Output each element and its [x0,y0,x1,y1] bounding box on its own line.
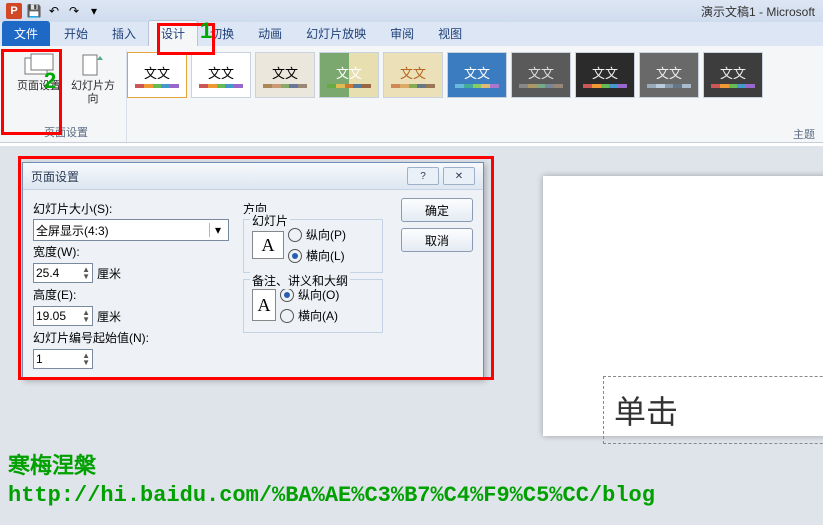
theme-thumb[interactable]: 文文 [319,52,379,98]
theme-thumb[interactable]: 文文 [639,52,699,98]
height-unit: 厘米 [97,308,121,325]
watermark: 寒梅涅槃 http://hi.baidu.com/%BA%AE%C3%B7%C4… [8,451,655,511]
annotation-2: 2 [44,68,56,94]
tab-animations[interactable]: 动画 [246,21,294,46]
title-placeholder[interactable]: 单击 [603,376,823,444]
redo-icon[interactable]: ↷ [65,2,83,20]
notes-orientation-group: 备注、讲义和大纲 A 纵向(O) 横向(A) [243,279,383,333]
number-from-label: 幻灯片编号起始值(N): [33,329,233,346]
dialog-title: 页面设置 [31,168,79,185]
title-bar: P 💾 ↶ ↷ ▾ 演示文稿1 - Microsoft [0,0,823,22]
ribbon: 页面设置 幻灯片方向 页面设置 文文 文文 文文 文文 文文 文文 文文 文文 … [0,46,823,143]
slides-landscape-radio[interactable]: 横向(L) [288,247,346,264]
height-input[interactable]: 19.05▲▼ [33,306,93,326]
slide-orientation-button[interactable]: 幻灯片方向 [66,50,120,108]
tab-design[interactable]: 设计 [148,20,198,46]
tab-view[interactable]: 视图 [426,21,474,46]
tab-review[interactable]: 审阅 [378,21,426,46]
theme-thumb[interactable]: 文文 [575,52,635,98]
qat-dropdown-icon[interactable]: ▾ [85,2,103,20]
landscape-icon: A [252,231,284,259]
chevron-down-icon: ▾ [209,223,226,237]
app-icon[interactable]: P [5,2,23,20]
undo-icon[interactable]: ↶ [45,2,63,20]
height-label: 高度(E): [33,286,233,303]
slide-preview[interactable]: 单击 [543,176,823,436]
width-label: 宽度(W): [33,243,233,260]
portrait-icon: A [252,289,276,321]
spinner-icon[interactable]: ▲▼ [82,309,90,323]
slides-orientation-group: 幻灯片 A 纵向(P) 横向(L) [243,219,383,273]
tab-slideshow[interactable]: 幻灯片放映 [294,21,378,46]
theme-thumb[interactable]: 文文 [703,52,763,98]
theme-thumb[interactable]: 文文 [447,52,507,98]
theme-thumb[interactable]: 文文 [191,52,251,98]
slide-size-label: 幻灯片大小(S): [33,200,233,217]
orientation-icon [77,52,109,78]
theme-thumb[interactable]: 文文 [383,52,443,98]
spinner-icon[interactable]: ▲▼ [82,266,90,280]
ribbon-tabs: 文件 开始 插入 设计 切换 动画 幻灯片放映 审阅 视图 [0,22,823,46]
save-icon[interactable]: 💾 [25,2,43,20]
close-button[interactable]: ✕ [443,167,475,185]
cancel-button[interactable]: 取消 [401,228,473,252]
tab-insert[interactable]: 插入 [100,21,148,46]
theme-thumb[interactable]: 文文 [255,52,315,98]
slides-portrait-radio[interactable]: 纵向(P) [288,226,346,243]
notes-landscape-radio[interactable]: 横向(A) [280,307,339,324]
page-setup-button[interactable]: 页面设置 [12,50,66,108]
group-page-setup: 页面设置 幻灯片方向 页面设置 [6,50,127,142]
group-label-page-setup: 页面设置 [44,124,88,142]
number-from-input[interactable]: 1▲▼ [33,349,93,369]
page-setup-dialog: 页面设置 ? ✕ 幻灯片大小(S): 全屏显示(4:3) ▾ 宽度(W): 25… [22,162,484,379]
spinner-icon[interactable]: ▲▼ [82,352,90,366]
group-label-themes: 主题 [793,126,815,142]
help-button[interactable]: ? [407,167,439,185]
window-title: 演示文稿1 - Microsoft [701,3,815,20]
tab-home[interactable]: 开始 [52,21,100,46]
slide-size-combo[interactable]: 全屏显示(4:3) ▾ [33,219,229,241]
annotation-1: 1 [200,18,212,44]
ok-button[interactable]: 确定 [401,198,473,222]
tab-file[interactable]: 文件 [2,21,50,46]
theme-thumb[interactable]: 文文 [511,52,571,98]
width-unit: 厘米 [97,265,121,282]
dialog-titlebar: 页面设置 ? ✕ [23,163,483,190]
width-input[interactable]: 25.4▲▼ [33,263,93,283]
themes-gallery: 文文 文文 文文 文文 文文 文文 文文 文文 文文 文文 [127,50,763,142]
theme-thumb[interactable]: 文文 [127,52,187,98]
